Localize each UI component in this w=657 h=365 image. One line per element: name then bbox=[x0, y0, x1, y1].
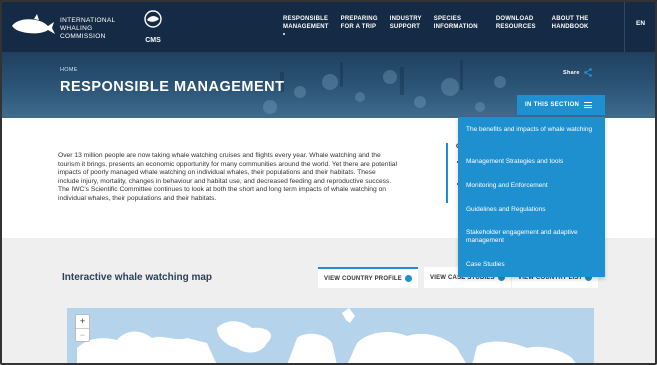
section-menu-item-case-studies[interactable]: Case Studies bbox=[466, 261, 598, 269]
brand-name[interactable]: International Whaling Commission bbox=[60, 17, 140, 41]
whale-logo-icon[interactable] bbox=[10, 12, 56, 38]
main-menu: Responsible Management Preparing for a t… bbox=[283, 16, 601, 35]
section-menu-item-stakeholder-engagement[interactable]: Stakeholder engagement and adaptive mana… bbox=[466, 229, 598, 245]
nav-responsible-management[interactable]: Responsible Management bbox=[283, 16, 329, 35]
section-menu-item-guidelines-regulations[interactable]: Guidelines and Regulations bbox=[466, 206, 598, 214]
in-this-section-button[interactable]: In this section bbox=[517, 95, 605, 115]
nav-preparing-for-a-trip[interactable]: Preparing for a trip bbox=[341, 16, 378, 31]
map-section-title: Interactive whale watching map bbox=[62, 272, 213, 283]
share-button[interactable]: Share bbox=[563, 68, 592, 77]
nav-industry-support[interactable]: Industry Support bbox=[390, 16, 422, 31]
section-menu-item-management-strategies[interactable]: Management Strategies and tools bbox=[466, 158, 598, 166]
intro-paragraph: Over 13 million people are now taking wh… bbox=[58, 152, 398, 202]
nav-species-information[interactable]: Species Information bbox=[434, 16, 478, 31]
nav-download-resources[interactable]: Download Resources bbox=[496, 16, 536, 31]
section-menu-item-monitoring-enforcement[interactable]: Monitoring and Enforcement bbox=[466, 182, 598, 190]
nav-about-the-handbook[interactable]: About the Handbook bbox=[552, 16, 589, 31]
section-dropdown-menu: The benefits and impacts of whale watchi… bbox=[458, 117, 605, 277]
page-title: Responsible Management bbox=[60, 79, 285, 95]
view-country-profile-button[interactable]: View country profile bbox=[318, 267, 419, 288]
zoom-out-button[interactable]: − bbox=[76, 328, 89, 341]
world-map-land bbox=[77, 308, 577, 365]
breadcrumb[interactable]: Home bbox=[60, 67, 78, 73]
cms-emblem-icon bbox=[144, 10, 162, 28]
info-icon bbox=[405, 275, 413, 282]
language-selector[interactable]: EN bbox=[636, 20, 645, 27]
language-divider bbox=[624, 0, 625, 52]
interactive-map[interactable] bbox=[67, 308, 594, 365]
top-navigation-bar: International Whaling Commission CMS Res… bbox=[0, 0, 657, 52]
section-menu-item-benefits-impacts[interactable]: The benefits and impacts of whale watchi… bbox=[466, 126, 598, 134]
share-icon bbox=[583, 68, 592, 77]
cms-logo[interactable]: CMS bbox=[140, 10, 166, 44]
zoom-in-button[interactable]: + bbox=[76, 315, 89, 328]
hamburger-menu-icon bbox=[584, 102, 593, 108]
map-zoom-control: + − bbox=[75, 314, 90, 342]
